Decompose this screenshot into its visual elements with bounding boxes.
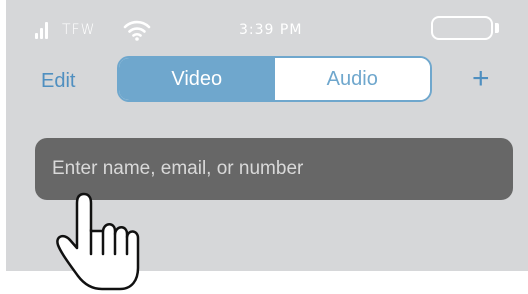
pointing-hand-icon xyxy=(56,192,140,291)
add-button[interactable]: + xyxy=(472,62,490,96)
battery-tip xyxy=(495,23,499,33)
carrier-name: TFW xyxy=(62,22,96,38)
segment-audio[interactable]: Audio xyxy=(274,58,430,100)
wifi-icon xyxy=(123,20,151,41)
edit-button[interactable]: Edit xyxy=(41,70,75,93)
video-audio-segmented-control: Video Audio xyxy=(117,56,432,102)
status-time: 3:39 PM xyxy=(239,22,303,38)
battery-icon xyxy=(431,16,493,40)
signal-strength-icon xyxy=(35,19,55,39)
segment-video[interactable]: Video xyxy=(119,58,275,100)
search-placeholder: Enter name, email, or number xyxy=(52,158,304,179)
